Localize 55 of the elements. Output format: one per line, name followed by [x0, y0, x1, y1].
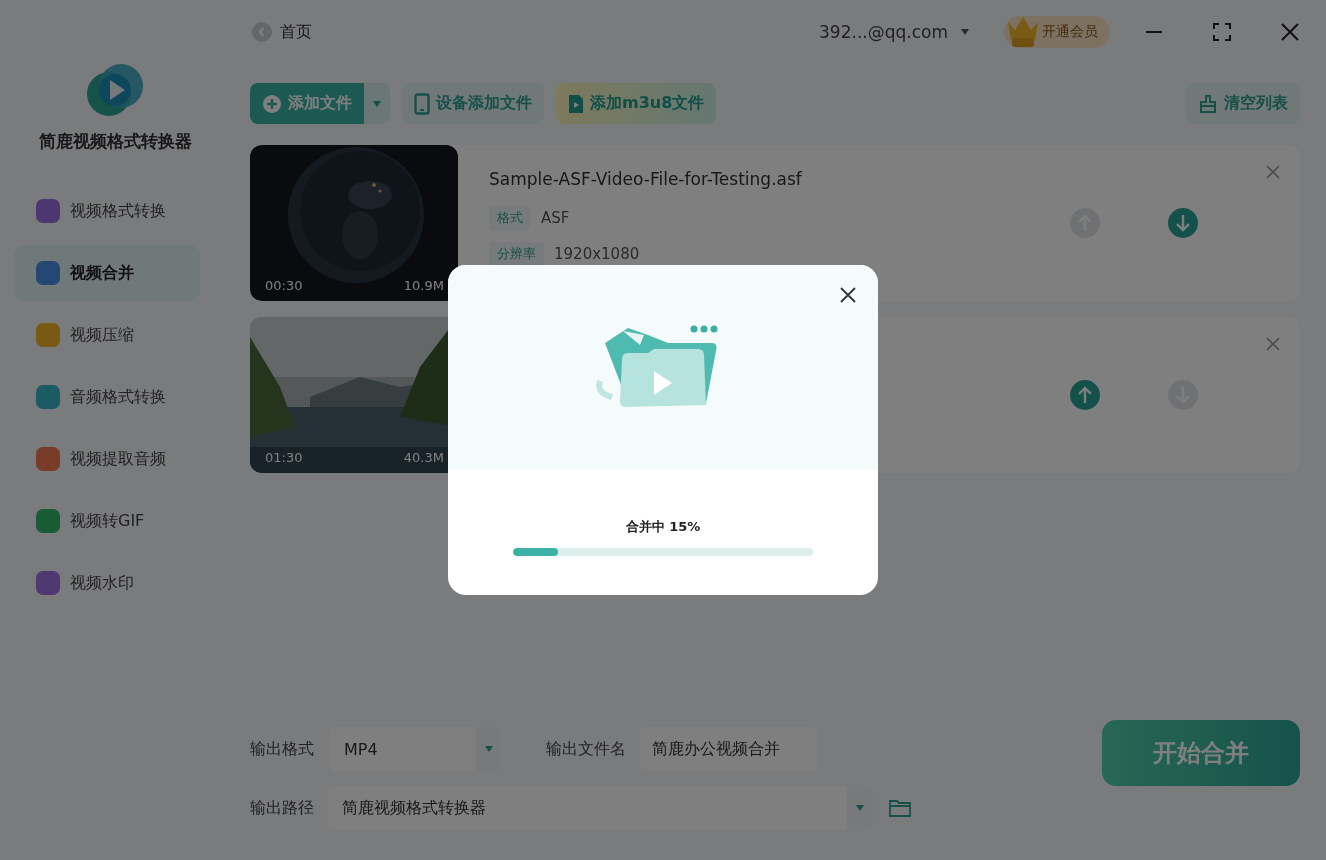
device-add-button[interactable]: 设备添加文件 — [402, 83, 544, 124]
meta-tag: 格式 — [489, 206, 531, 230]
sidebar-item[interactable]: 视频转GIF — [14, 493, 200, 549]
feature-icon — [36, 385, 60, 409]
move-down-icon[interactable] — [1167, 207, 1199, 239]
progress-status: 合并中 15% — [625, 518, 701, 536]
sidebar-item[interactable]: 音频格式转换 — [14, 369, 200, 425]
sidebar-item[interactable]: 视频压缩 — [14, 307, 200, 363]
meta-value: 1920x1080 — [554, 245, 640, 263]
caret-icon — [484, 746, 494, 752]
app-name: 简鹿视频格式转换器 — [38, 130, 192, 153]
back-icon — [252, 22, 272, 42]
size-label: 40.3M — [403, 450, 444, 465]
remove-icon[interactable] — [1265, 336, 1281, 352]
format-select[interactable]: MP4 — [330, 727, 502, 771]
phone-icon — [414, 92, 430, 115]
path-select[interactable]: 简鹿视频格式转换器 — [328, 786, 873, 830]
sidebar-item[interactable]: 视频水印 — [14, 555, 200, 611]
dropdown-button[interactable] — [364, 83, 390, 124]
sidebar-item[interactable]: 视频合并 — [14, 245, 200, 301]
sidebar-item[interactable]: 视频提取音频 — [14, 431, 200, 487]
duration-label: 00:30 — [265, 278, 303, 293]
start-merge-button[interactable]: 开始合并 — [1102, 720, 1300, 786]
feature-icon — [36, 199, 60, 223]
feature-icon — [36, 323, 60, 347]
caret-icon — [372, 100, 382, 107]
folder-icon[interactable] — [888, 798, 912, 818]
account-menu[interactable]: 392...@qq.com — [819, 22, 970, 42]
feature-icon — [36, 571, 60, 595]
size-label: 10.9M — [403, 278, 444, 293]
output-filename-label: 输出文件名 — [546, 738, 627, 760]
duration-label: 01:30 — [265, 450, 303, 465]
home-link[interactable]: 首页 — [252, 21, 312, 43]
feature-icon — [36, 509, 60, 533]
maximize-icon[interactable] — [1212, 22, 1232, 42]
clear-list-button[interactable]: 清空列表 — [1186, 83, 1300, 124]
plus-icon — [262, 93, 282, 114]
output-path-label: 输出路径 — [250, 797, 315, 819]
caret-icon — [960, 29, 970, 35]
add-m3u8-button[interactable]: 添加m3u8文件 — [556, 83, 717, 124]
close-icon[interactable] — [840, 287, 856, 303]
remove-icon[interactable] — [1265, 164, 1281, 180]
sidebar-item[interactable]: 视频格式转换 — [14, 183, 200, 239]
move-up-icon[interactable] — [1069, 379, 1101, 411]
file-name: Sample-ASF-Video-File-for-Testing.asf — [489, 169, 803, 189]
video-file-icon — [568, 93, 584, 114]
add-file-button[interactable]: 添加文件 — [250, 83, 364, 124]
filename-field[interactable]: 简鹿办公视频合并 — [640, 727, 818, 771]
feature-icon — [36, 447, 60, 471]
vip-button[interactable]: 开通会员 — [1004, 16, 1110, 48]
feature-icon — [36, 261, 60, 285]
caret-icon — [855, 805, 865, 811]
meta-tag: 分辨率 — [489, 242, 544, 266]
meta-value: ASF — [541, 209, 570, 227]
output-format-label: 输出格式 — [250, 738, 315, 760]
